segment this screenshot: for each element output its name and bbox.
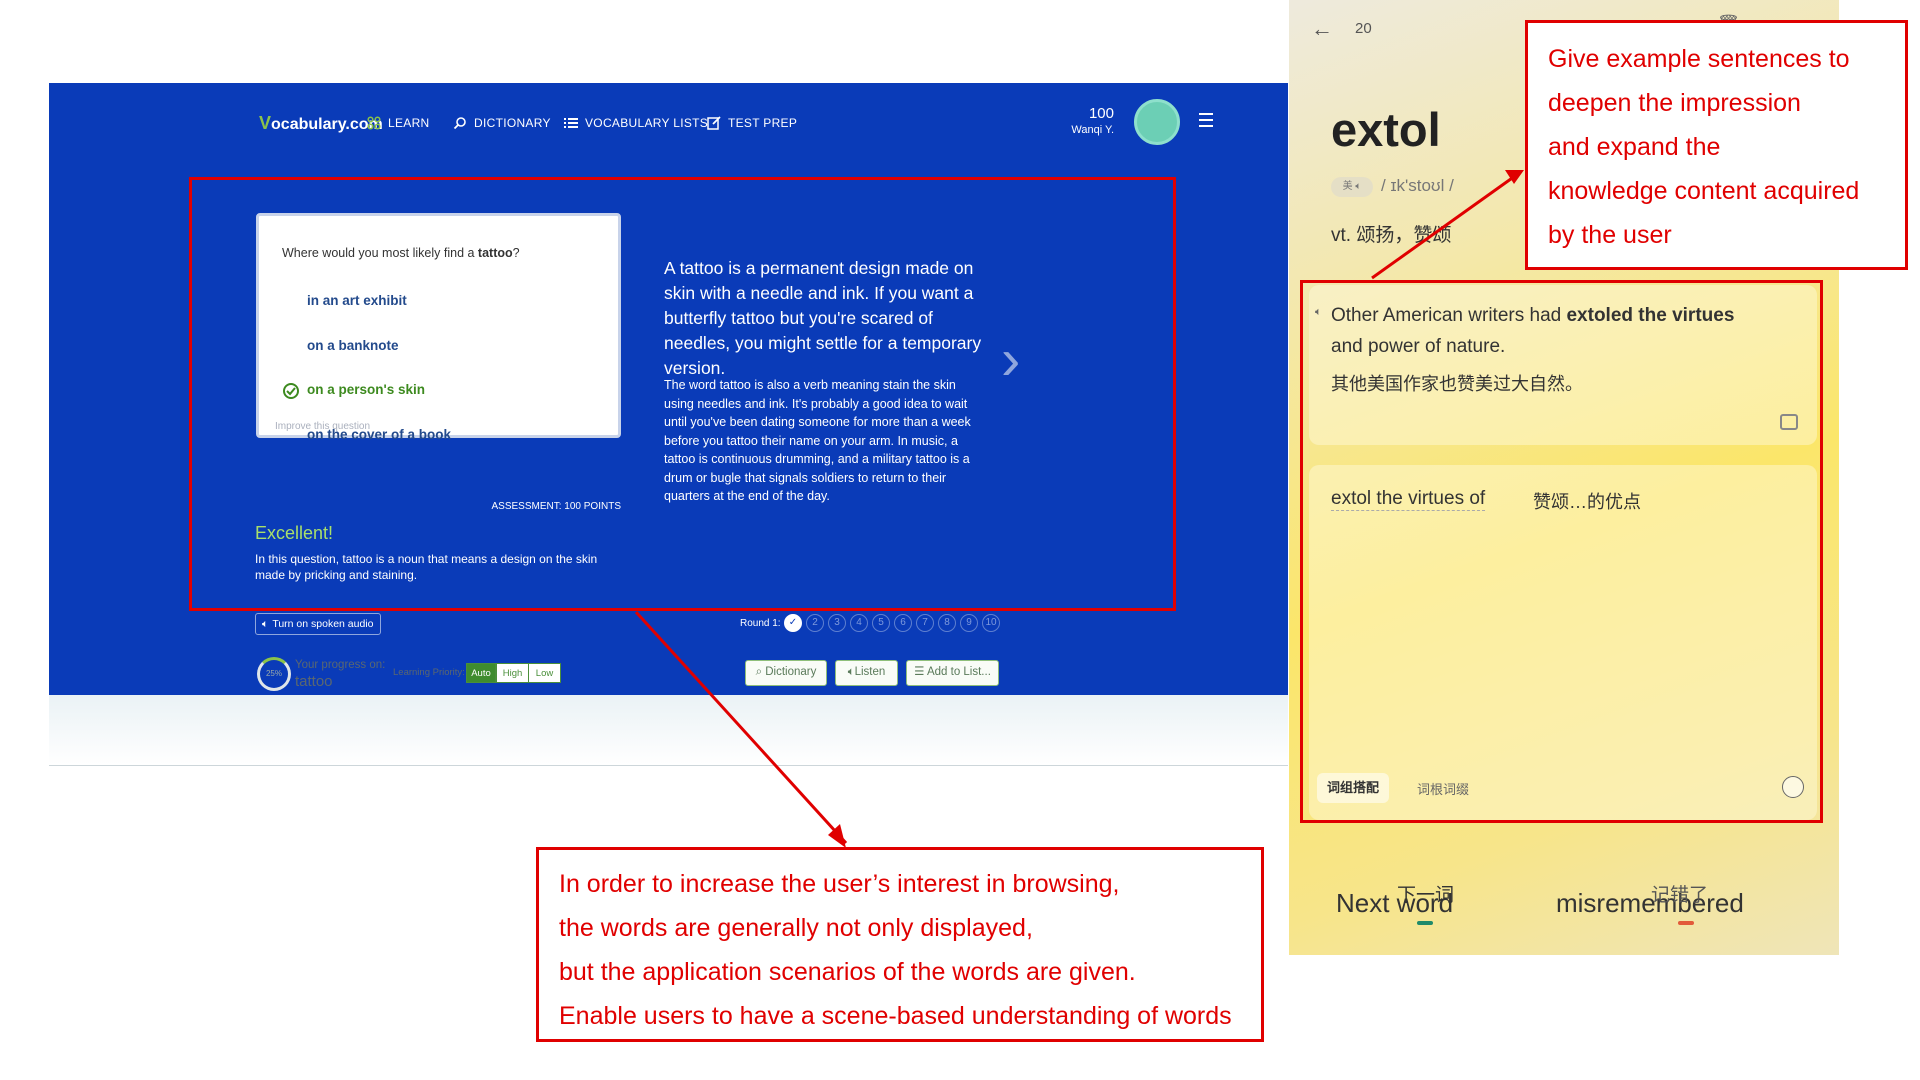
annotation-arrows (634, 170, 1524, 848)
